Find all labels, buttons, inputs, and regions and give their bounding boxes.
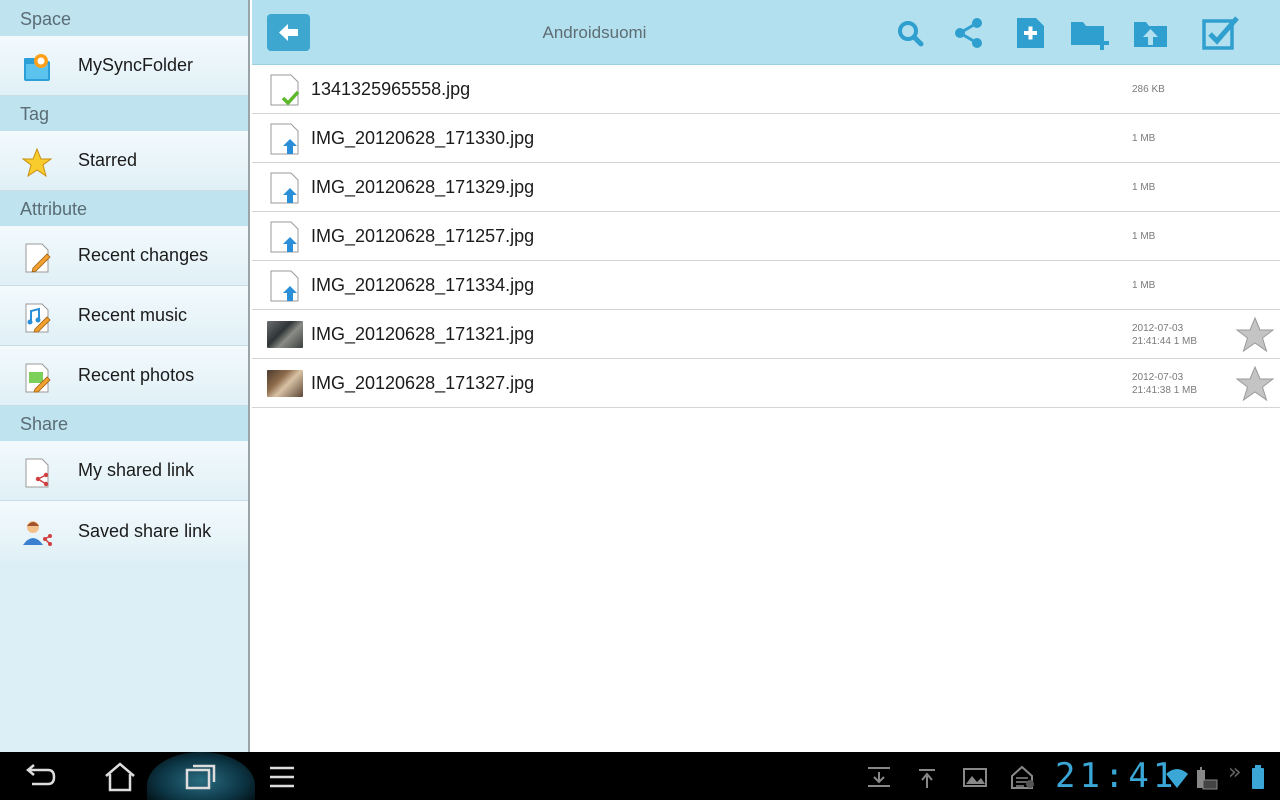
file-row[interactable]: IMG_20120628_171321.jpg 2012-07-03 21:41… — [252, 310, 1280, 359]
file-name: IMG_20120628_171257.jpg — [311, 226, 535, 246]
chevron-right-icon[interactable]: » — [1228, 760, 1241, 785]
star-toggle-icon[interactable] — [1235, 316, 1275, 354]
upload-button[interactable] — [1131, 14, 1171, 52]
back-icon — [279, 24, 298, 41]
file-size: 1 MB — [1132, 182, 1156, 193]
uploading-file-icon — [270, 172, 299, 204]
recent-photos-icon — [25, 363, 51, 393]
select-checkbox-icon — [1202, 16, 1239, 50]
file-name: 1341325965558.jpg — [311, 79, 471, 99]
synced-file-icon — [270, 74, 300, 106]
sidebar-item-label: Recent music — [78, 305, 188, 325]
file-time: 21:41:38 — [1132, 385, 1171, 396]
select-mode-button[interactable] — [1200, 14, 1240, 52]
file-meta: 2012-07-03 21:41:38 1 MB — [1132, 371, 1197, 397]
file-name: IMG_20120628_171329.jpg — [311, 177, 535, 197]
file-size: 1 MB — [1132, 231, 1156, 242]
toolbar: Androidsuomi — [252, 0, 1280, 65]
file-row[interactable]: IMG_20120628_171257.jpg 1 MB — [252, 212, 1280, 261]
file-meta: 1 MB — [1132, 181, 1155, 194]
search-icon — [898, 21, 924, 47]
new-folder-button[interactable] — [1069, 14, 1109, 52]
sidebar-item-label: Recent changes — [78, 245, 209, 265]
sidebar-item-mysyncfolder[interactable]: MySyncFolder — [0, 36, 248, 96]
file-date: 2012-07-03 — [1132, 323, 1184, 334]
section-header-space: Space — [0, 0, 248, 36]
file-meta: 1 MB — [1132, 132, 1155, 145]
uploading-file-icon — [270, 221, 299, 253]
saved-share-link-icon — [23, 521, 52, 546]
recent-changes-icon — [25, 243, 51, 273]
back-button[interactable] — [267, 14, 310, 51]
file-size: 1 MB — [1173, 336, 1198, 347]
upload-folder-icon — [1134, 22, 1167, 47]
image-icon[interactable] — [961, 764, 989, 790]
photo-thumbnail — [267, 321, 303, 348]
new-file-icon — [1017, 18, 1044, 48]
uploading-file-icon — [270, 123, 299, 155]
shared-link-icon — [25, 458, 49, 488]
recent-music-icon — [25, 303, 51, 333]
uploading-file-icon — [270, 270, 299, 302]
file-date: 2012-07-03 — [1132, 372, 1184, 383]
file-size: 1 MB — [1173, 385, 1198, 396]
share-icon — [955, 18, 982, 48]
file-row[interactable]: IMG_20120628_171327.jpg 2012-07-03 21:41… — [252, 359, 1280, 408]
sidebar-item-recent-music[interactable]: Recent music — [0, 286, 248, 346]
section-header-attribute: Attribute — [0, 191, 248, 226]
sync-folder-icon — [24, 54, 50, 81]
sync-status-icon[interactable] — [1008, 764, 1036, 790]
clock: 21:41 — [1055, 756, 1178, 796]
file-size: 286 KB — [1132, 84, 1165, 95]
photo-thumbnail — [267, 370, 303, 397]
sidebar-item-my-shared-link[interactable]: My shared link — [0, 441, 248, 501]
sidebar-item-label: Saved share link — [78, 520, 212, 541]
section-header-share: Share — [0, 406, 248, 441]
file-size: 1 MB — [1132, 133, 1156, 144]
file-name: IMG_20120628_171327.jpg — [311, 373, 535, 393]
sidebar: Space MySyncFolder Tag Starred Attribute — [0, 0, 250, 752]
file-name: IMG_20120628_171330.jpg — [311, 128, 535, 148]
back-nav-icon[interactable] — [20, 760, 60, 794]
file-meta: 2012-07-03 21:41:44 1 MB — [1132, 322, 1197, 348]
new-folder-icon — [1071, 22, 1109, 50]
keyboard-icon[interactable] — [1193, 764, 1219, 790]
sidebar-item-saved-share-link[interactable]: Saved share link — [0, 501, 248, 561]
file-row[interactable]: IMG_20120628_171334.jpg 1 MB — [252, 261, 1280, 310]
share-button[interactable] — [949, 14, 989, 52]
menu-icon[interactable] — [262, 760, 302, 794]
download-icon[interactable] — [865, 764, 893, 790]
file-row[interactable]: IMG_20120628_171330.jpg 1 MB — [252, 114, 1280, 163]
app-window: Space MySyncFolder Tag Starred Attribute — [0, 0, 1280, 800]
star-toggle-icon[interactable] — [1235, 365, 1275, 403]
sidebar-item-label: My shared link — [78, 460, 195, 480]
upload-icon[interactable] — [913, 764, 941, 790]
sidebar-item-label: Recent photos — [78, 365, 195, 385]
sidebar-item-label: MySyncFolder — [78, 55, 194, 75]
file-row[interactable]: IMG_20120628_171329.jpg 1 MB — [252, 163, 1280, 212]
file-name: IMG_20120628_171321.jpg — [311, 324, 535, 344]
folder-title: Androidsuomi — [542, 23, 647, 42]
system-navbar: 21:41 » — [0, 752, 1280, 800]
sidebar-item-recent-photos[interactable]: Recent photos — [0, 346, 248, 406]
search-button[interactable] — [890, 14, 930, 52]
battery-icon — [1252, 765, 1264, 789]
file-row[interactable]: 1341325965558.jpg 286 KB — [252, 65, 1280, 114]
new-file-button[interactable] — [1010, 14, 1050, 52]
file-list: 1341325965558.jpg 286 KB IMG_20120628_17… — [252, 65, 1280, 408]
star-icon — [21, 147, 53, 178]
sidebar-item-starred[interactable]: Starred — [0, 131, 248, 191]
sidebar-item-recent-changes[interactable]: Recent changes — [0, 226, 248, 286]
file-name: IMG_20120628_171334.jpg — [311, 275, 535, 295]
home-icon[interactable] — [100, 760, 140, 794]
section-header-tag: Tag — [0, 96, 248, 131]
wifi-icon — [1166, 769, 1188, 788]
file-meta: 286 KB — [1132, 83, 1165, 96]
file-meta: 1 MB — [1132, 230, 1155, 243]
file-time: 21:41:44 — [1132, 336, 1171, 347]
file-meta: 1 MB — [1132, 279, 1155, 292]
file-size: 1 MB — [1132, 280, 1156, 291]
sidebar-item-label: Starred — [78, 150, 138, 170]
recent-apps-icon[interactable] — [181, 760, 221, 794]
